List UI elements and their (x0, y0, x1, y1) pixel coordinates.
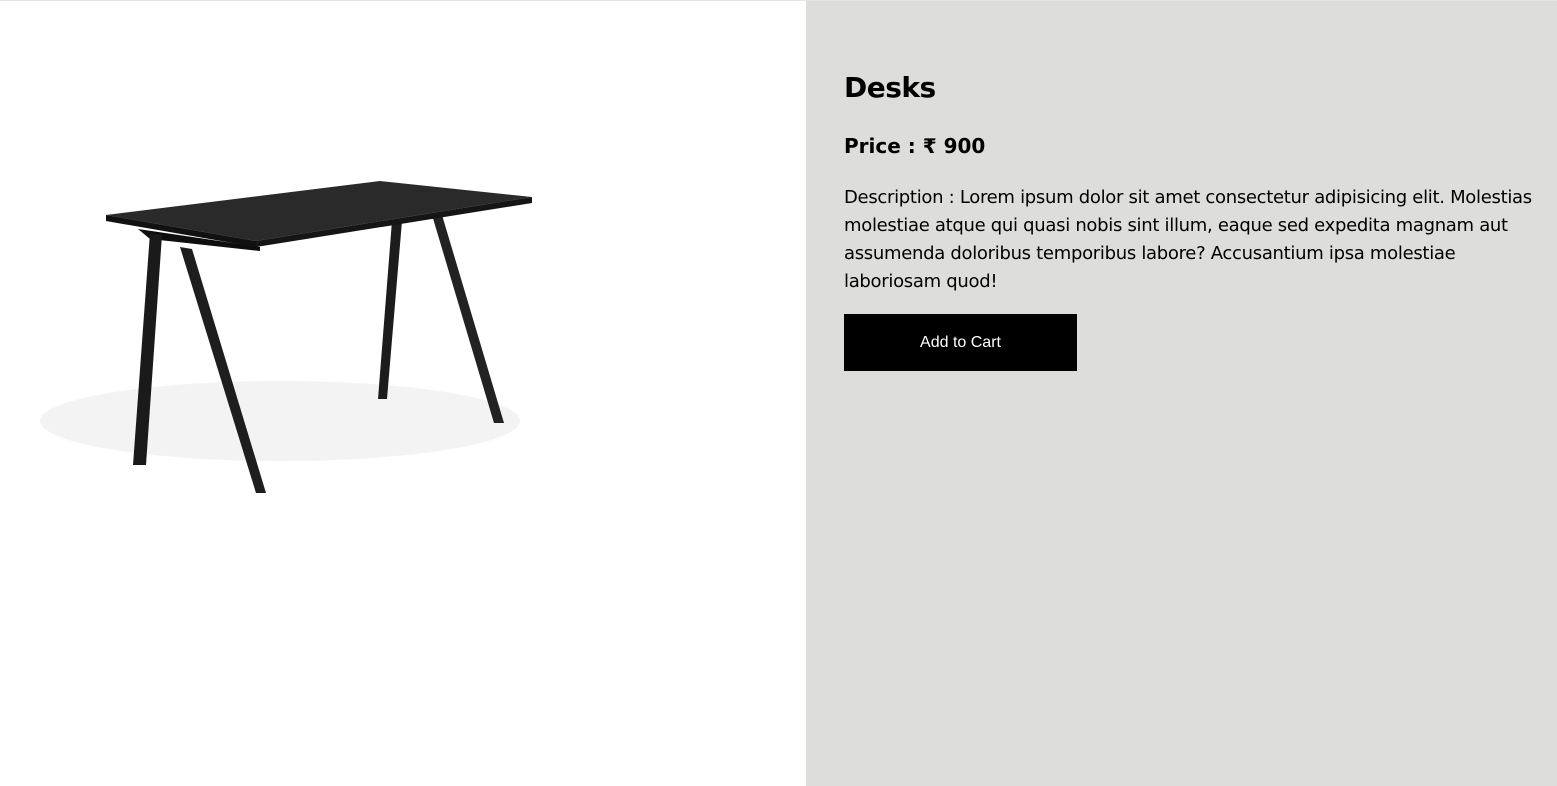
product-description: Description : Lorem ipsum dolor sit amet… (844, 187, 1532, 292)
product-detail-page: Desks Price : ₹ 900 Description : Lorem … (0, 0, 1557, 786)
desk-product-image (40, 181, 532, 493)
desk-leg-back-right (378, 221, 402, 399)
product-title: Desks (844, 71, 936, 104)
product-image-pane (0, 1, 806, 786)
product-price: Price : ₹ 900 (844, 134, 986, 158)
add-to-cart-button[interactable]: Add to Cart (844, 314, 1077, 371)
product-info-pane: Desks Price : ₹ 900 Description : Lorem … (806, 1, 1557, 786)
desk-shadow (40, 381, 520, 461)
